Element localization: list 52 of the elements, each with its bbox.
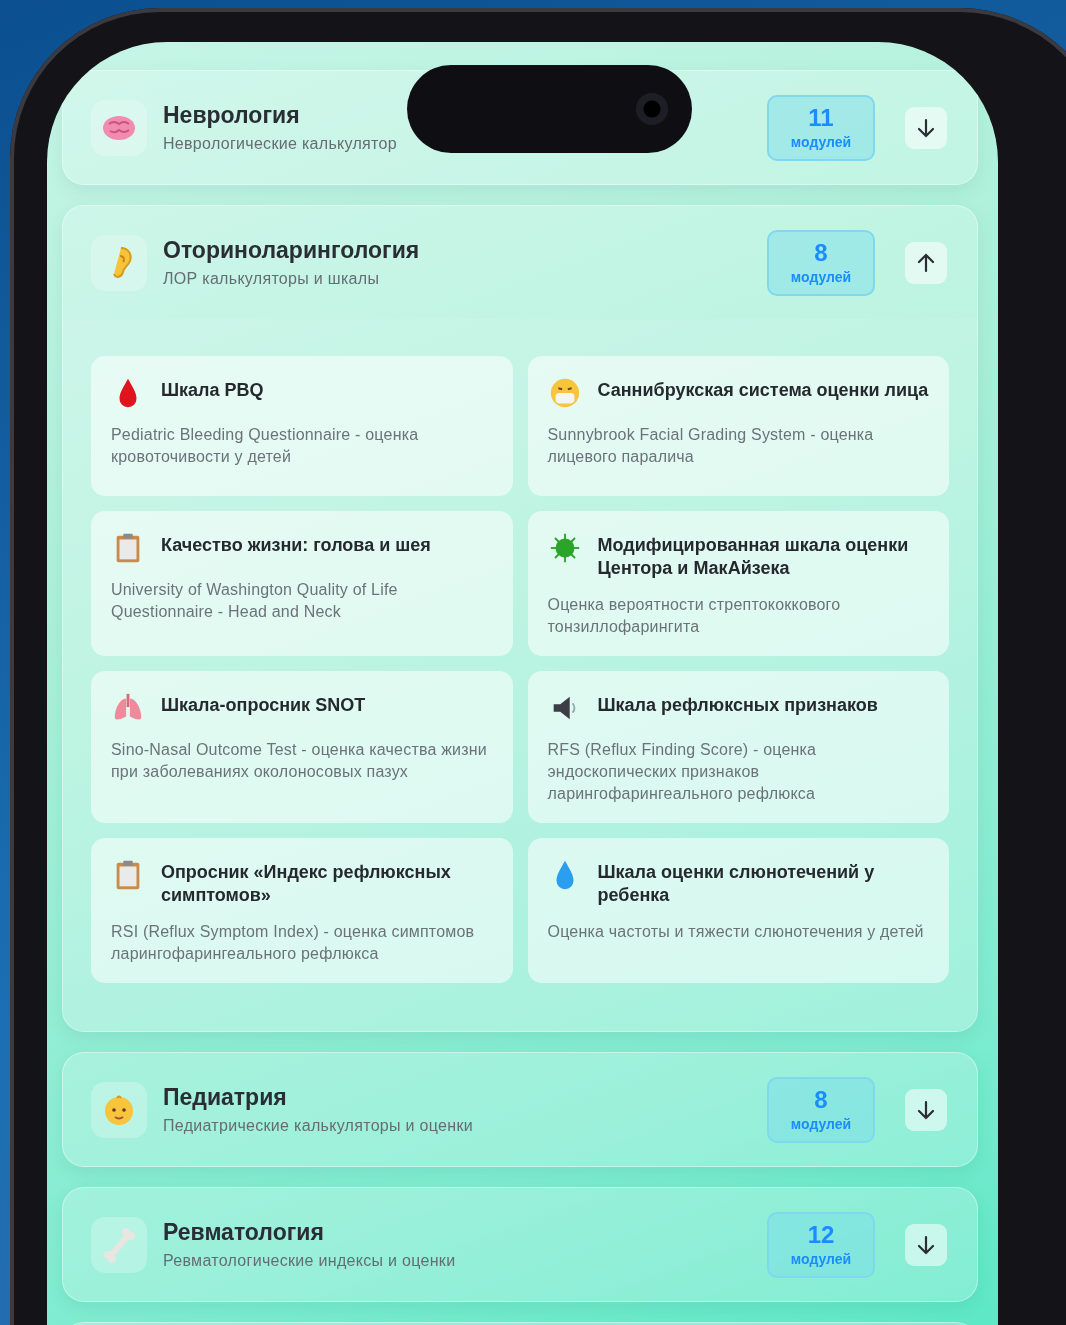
module-description: Sino-Nasal Outcome Test - оценка качества жизни при заболеваниях околоносовых пазух	[111, 740, 488, 782]
category-title: Педиатрия	[163, 1084, 288, 1111]
module-card[interactable]: Саннибрукская система оценки лица Sunnybrook Facial Grading System - оценка лицевого паралича	[527, 356, 949, 496]
module-card[interactable]: Опросник «Индекс рефлюксных симптомов» RSI (Reflux Symptom Index) - оценка симптомов ларингофарингеального рефлюкса	[91, 838, 513, 983]
module-description: Оценка вероятности стрептококкового тонзиллофарингита	[547, 595, 842, 637]
category-subtitle: Ревматологические индексы и оценки	[163, 1252, 457, 1270]
category-card[interactable]: Педиатрия Педиатрические калькуляторы и оценки 8 модулей	[62, 1052, 978, 1167]
category-title: Оториноларингология	[163, 237, 421, 264]
arrow-down-icon	[915, 1098, 937, 1121]
module-title: Шкала оценки слюнотечений у ребенка	[597, 861, 876, 907]
module-title: Шкала рефлюксных признаков	[597, 694, 878, 717]
module-description: RFS (Reflux Finding Score) - оценка эндоскопических признаков ларингофарингеального рефлюкса	[547, 740, 818, 804]
module-description: Оценка частоты и тяжести слюнотечения у детей	[547, 922, 925, 942]
arrow-down-icon	[915, 116, 937, 139]
module-title: Модифицированная шкала оценки Центора и МакАйзека	[597, 534, 910, 580]
category-subtitle: ЛОР калькуляторы и шкалы	[163, 270, 381, 288]
module-unit: модулей	[790, 1115, 852, 1132]
arrow-up-icon	[915, 251, 937, 274]
expand-toggle-button[interactable]	[905, 241, 947, 284]
module-count: 12	[807, 1222, 835, 1247]
module-count: 8	[814, 240, 828, 265]
expand-toggle-button[interactable]	[905, 1223, 947, 1266]
bone-icon	[101, 1226, 137, 1263]
module-unit: модулей	[790, 268, 852, 285]
module-description: RSI (Reflux Symptom Index) - оценка симптомов ларингофарингеального рефлюкса	[111, 922, 476, 964]
category-title: Неврология	[163, 102, 301, 129]
category-subtitle: Педиатрические калькуляторы и оценки	[163, 1117, 474, 1135]
category-title: Ревматология	[163, 1219, 325, 1246]
module-card[interactable]: Шкала рефлюксных признаков RFS (Reflux Finding Score) - оценка эндоскопических признаков ларингофарингеального рефлюкса	[527, 671, 949, 823]
expand-toggle-button[interactable]	[905, 1088, 947, 1131]
module-title: Качество жизни: голова и шея	[161, 534, 431, 557]
category-subtitle: Неврологические калькулятор	[163, 135, 398, 153]
module-card[interactable]: Шкала PBQ Pediatric Bleeding Questionnaire - оценка кровоточивости у детей	[91, 356, 513, 496]
module-description: Pediatric Bleeding Questionnaire - оценка кровоточивости у детей	[111, 425, 420, 467]
module-count: 8	[814, 1087, 828, 1112]
module-card[interactable]: Шкала-опросник SNOT Sino-Nasal Outcome Test - оценка качества жизни при заболеваниях околоносовых пазух	[91, 671, 513, 823]
module-title: Шкала-опросник SNOT	[161, 694, 366, 717]
module-title: Саннибрукская система оценки лица	[597, 379, 929, 402]
module-count: 11	[808, 105, 834, 130]
module-card[interactable]: Модифицированная шкала оценки Центора и МакАйзека Оценка вероятности стрептококкового тонзиллофарингита	[527, 511, 949, 656]
module-description: Sunnybrook Facial Grading System - оценка лицевого паралича	[547, 425, 875, 467]
module-title: Опросник «Индекс рефлюксных симптомов»	[161, 861, 452, 907]
module-title: Шкала PBQ	[161, 379, 264, 402]
category-card[interactable]	[62, 205, 978, 1032]
module-unit: модулей	[790, 133, 852, 150]
expand-toggle-button[interactable]	[905, 106, 947, 149]
module-card[interactable]: Качество жизни: голова и шея University of Washington Quality of Life Questionnaire - Head and Neck	[91, 511, 513, 656]
module-description: University of Washington Quality of Life Questionnaire - Head and Neck	[111, 580, 399, 622]
module-card[interactable]: Шкала оценки слюнотечений у ребенка Оценка частоты и тяжести слюнотечения у детей	[527, 838, 949, 983]
module-unit: модулей	[790, 1250, 852, 1267]
arrow-down-icon	[915, 1233, 937, 1256]
category-card[interactable]: Ревматология Ревматологические индексы и оценки 12 модулей	[62, 1187, 978, 1302]
